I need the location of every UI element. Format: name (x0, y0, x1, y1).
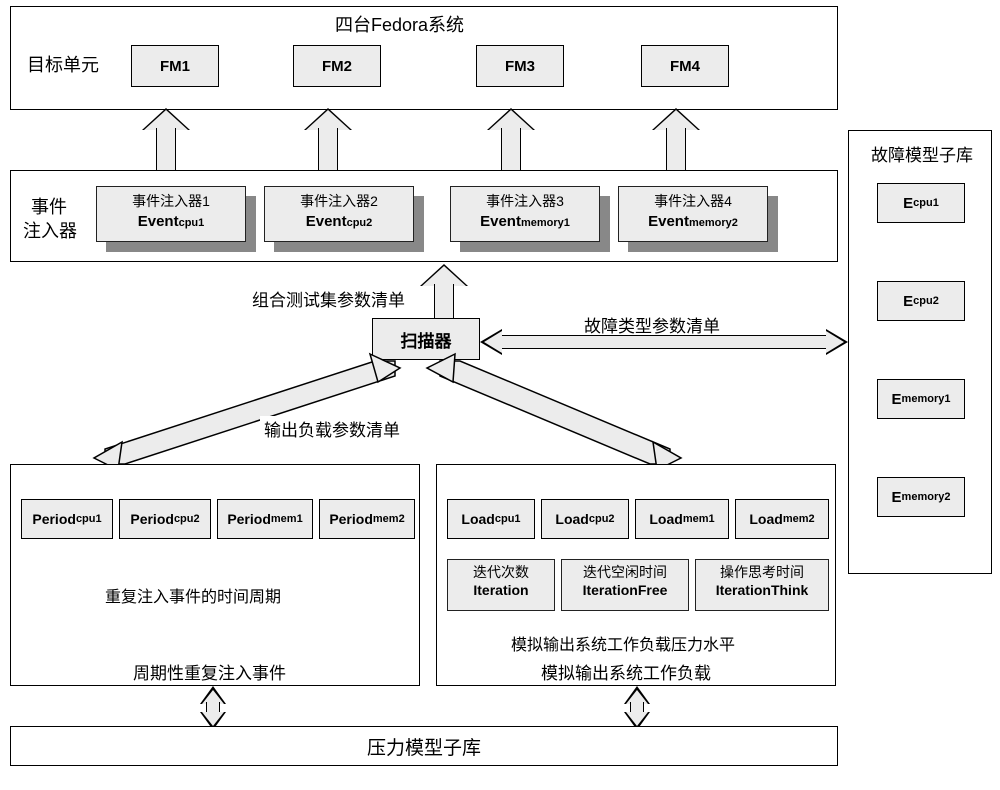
out-load-label: 输出负载参数清单 (260, 416, 404, 441)
injector2: 事件注入器2 Eventcpu2 (264, 186, 414, 242)
fm3: FM3 (476, 45, 564, 87)
target-unit-label: 目标单元 (23, 51, 103, 77)
press-lib: 压力模型子库 (10, 726, 838, 766)
fm1: FM1 (131, 45, 219, 87)
injector1: 事件注入器1 Eventcpu1 (96, 186, 246, 242)
fault-e1: Ecpu1 (877, 183, 965, 223)
fm4: FM4 (641, 45, 729, 87)
fault-e2: Ecpu2 (877, 281, 965, 321)
fm2: FM2 (293, 45, 381, 87)
combo-label: 组合测试集参数清单 (248, 286, 409, 311)
injector-side2: 注入器 (19, 217, 81, 243)
periods-box: Periodcpu1 Periodcpu2 Periodmem1 Periodm… (10, 464, 420, 686)
periods-caption: 重复注入事件的时间周期 (101, 583, 285, 607)
injector4: 事件注入器4 Eventmemory2 (618, 186, 768, 242)
fault-e4: Ememory2 (877, 477, 965, 517)
fault-lib-box: 故障模型子库 Ecpu1 Ecpu2 Ememory1 Ememory2 (848, 130, 992, 574)
period1: Periodcpu1 (21, 499, 113, 539)
load4: Loadmem2 (735, 499, 829, 539)
arrow-periods-press (206, 688, 220, 728)
arrow-loads-press (630, 688, 644, 728)
loads-box: Loadcpu1 Loadcpu2 Loadmem1 Loadmem2 迭代次数… (436, 464, 836, 686)
period3: Periodmem1 (217, 499, 313, 539)
fedora-box: 四台Fedora系统 目标单元 FM1 FM2 FM3 FM4 (10, 6, 838, 110)
loads-footer: 模拟输出系统工作负载 (537, 659, 715, 684)
scanner: 扫描器 (372, 318, 480, 360)
loads-caption: 模拟输出系统工作负载压力水平 (507, 631, 739, 655)
load2: Loadcpu2 (541, 499, 629, 539)
load1: Loadcpu1 (447, 499, 535, 539)
injector-side1: 事件 (27, 193, 71, 219)
iter1: 迭代次数 Iteration (447, 559, 555, 611)
injector3: 事件注入器3 Eventmemory1 (450, 186, 600, 242)
press-lib-title: 压力模型子库 (367, 733, 481, 760)
arrow-fault-lib (482, 335, 846, 349)
fedora-title: 四台Fedora系统 (331, 11, 468, 37)
iter2: 迭代空闲时间 IterationFree (561, 559, 689, 611)
period2: Periodcpu2 (119, 499, 211, 539)
period4: Periodmem2 (319, 499, 415, 539)
fault-params-label: 故障类型参数清单 (580, 312, 724, 337)
load3: Loadmem1 (635, 499, 729, 539)
arrow-right-diag (455, 358, 675, 478)
iter3: 操作思考时间 IterationThink (695, 559, 829, 611)
fault-lib-title: 故障模型子库 (867, 141, 977, 166)
periods-footer: 周期性重复注入事件 (129, 659, 290, 684)
fault-e3: Ememory1 (877, 379, 965, 419)
